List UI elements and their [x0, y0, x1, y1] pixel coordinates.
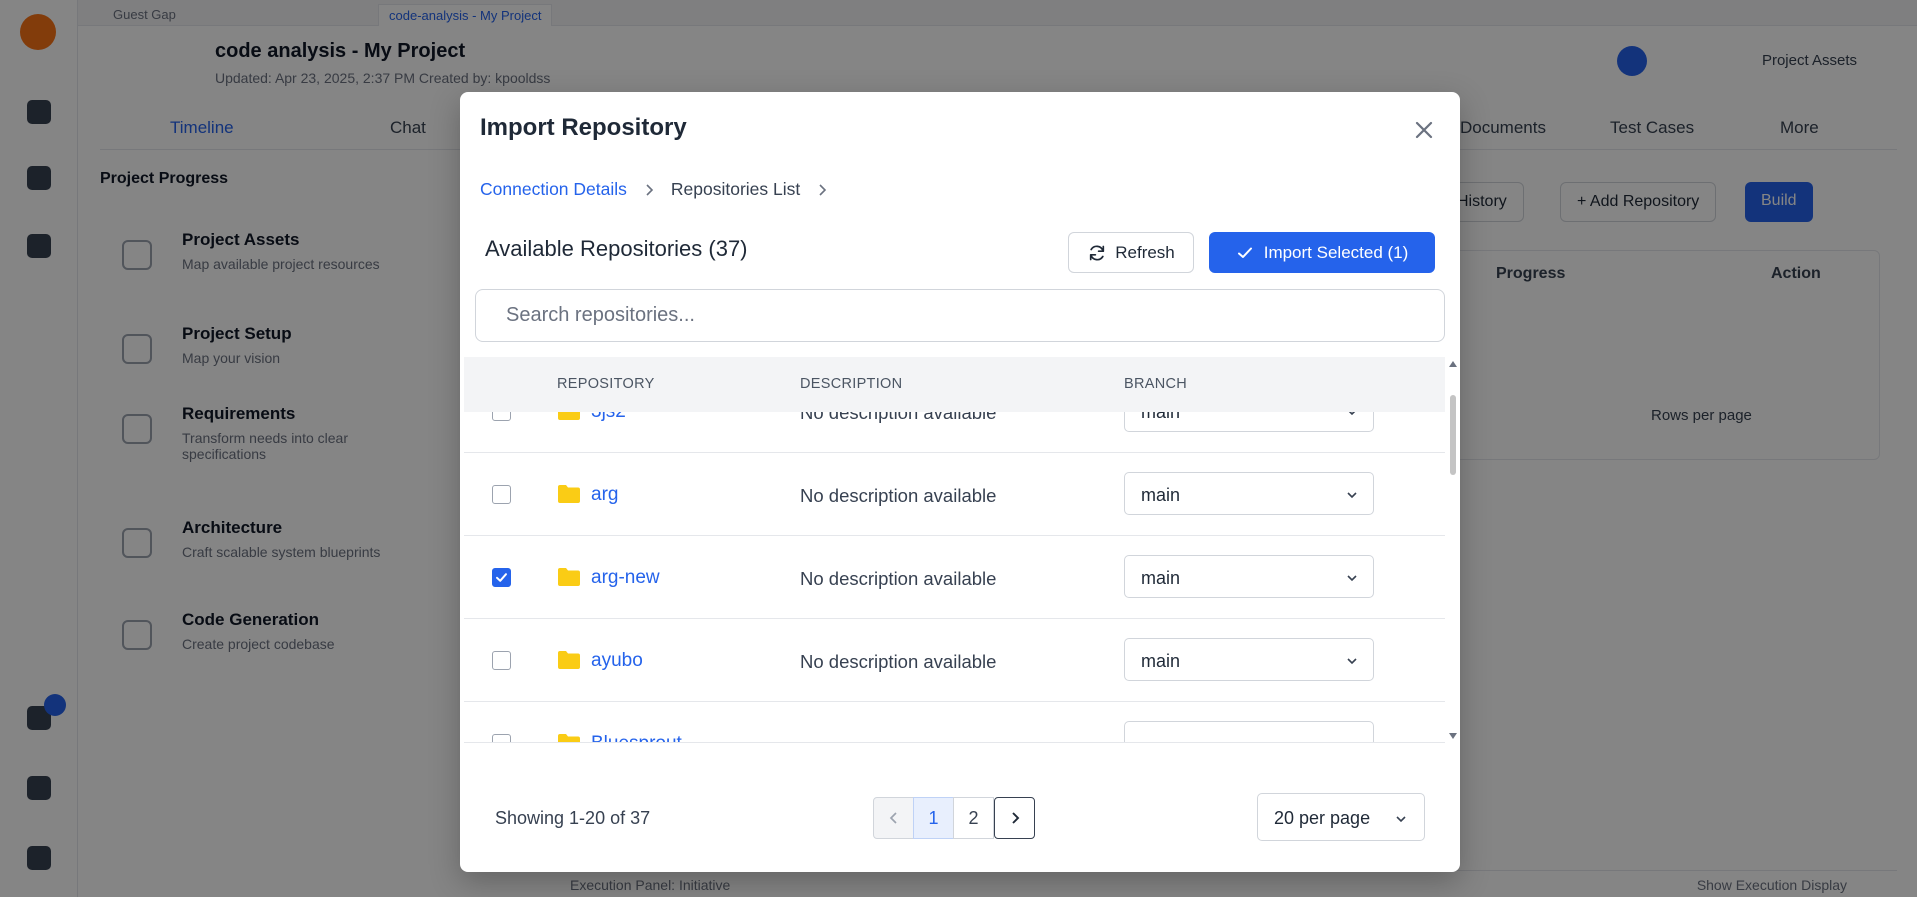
checkmark-icon	[496, 573, 507, 582]
chevron-down-icon	[1396, 816, 1406, 823]
folder-icon	[558, 734, 580, 742]
per-page-select[interactable]: 20 per page	[1257, 793, 1425, 841]
chevron-left-icon	[889, 812, 897, 824]
repository-name-link[interactable]: ayubo	[591, 650, 643, 672]
repository-description: No description available	[800, 485, 997, 506]
folder-icon	[558, 568, 580, 586]
row-checkbox[interactable]	[492, 734, 511, 742]
table-header: REPOSITORY DESCRIPTION BRANCH	[464, 357, 1445, 412]
folder-icon	[558, 485, 580, 503]
import-selected-button[interactable]: Import Selected (1)	[1209, 232, 1435, 273]
scroll-up-arrow-icon[interactable]	[1449, 361, 1457, 367]
available-repositories-heading: Available Repositories (37)	[485, 236, 748, 261]
folder-icon	[558, 651, 580, 669]
import-repository-modal: Import Repository Connection Details Rep…	[460, 92, 1460, 872]
chevron-down-icon	[1347, 492, 1357, 499]
branch-select[interactable]: main	[1124, 472, 1374, 515]
table-body: 3js2 No description available main arg N…	[464, 370, 1445, 742]
chevron-right-icon	[819, 183, 827, 196]
scrollbar-thumb[interactable]	[1450, 395, 1456, 475]
page-button-2[interactable]: 2	[953, 797, 994, 839]
chevron-down-icon	[1347, 658, 1357, 665]
check-icon	[1237, 247, 1252, 258]
pagination: 1 2	[873, 797, 1035, 839]
row-checkbox[interactable]	[492, 568, 511, 587]
repository-description: No description available	[800, 651, 997, 672]
column-description[interactable]: DESCRIPTION	[800, 376, 902, 392]
chevron-right-icon	[646, 183, 654, 196]
close-button[interactable]	[1410, 116, 1438, 144]
refresh-label: Refresh	[1115, 242, 1175, 262]
per-page-value: 20 per page	[1274, 808, 1371, 828]
chevron-right-icon	[1011, 812, 1019, 824]
row-checkbox[interactable]	[492, 485, 511, 504]
repository-name-link[interactable]: arg-new	[591, 567, 660, 589]
previous-page-button[interactable]	[873, 797, 914, 839]
branch-value: main	[1141, 568, 1181, 588]
breadcrumb-repositories-list: Repositories List	[670, 179, 801, 199]
breadcrumb: Connection Details Repositories List	[480, 179, 844, 200]
column-branch[interactable]: BRANCH	[1124, 376, 1187, 392]
next-page-button[interactable]	[994, 797, 1035, 839]
branch-value: main	[1141, 651, 1181, 671]
row-checkbox[interactable]	[492, 651, 511, 670]
table-row: arg-new No description available main	[464, 536, 1445, 619]
table-scrollbar[interactable]	[1447, 357, 1458, 743]
refresh-button[interactable]: Refresh	[1068, 232, 1194, 273]
breadcrumb-connection-details[interactable]: Connection Details	[480, 179, 627, 200]
scroll-down-arrow-icon[interactable]	[1449, 733, 1457, 739]
search-input[interactable]	[475, 289, 1445, 342]
table-row: ayubo No description available main	[464, 619, 1445, 702]
repositories-table: REPOSITORY DESCRIPTION BRANCH 3js2 No de…	[464, 357, 1445, 743]
branch-value: main	[1141, 485, 1181, 505]
branch-select[interactable]: main	[1124, 555, 1374, 598]
page-button-1[interactable]: 1	[913, 797, 954, 839]
repository-description: No description available	[800, 568, 997, 589]
modal-title: Import Repository	[480, 114, 687, 141]
branch-select[interactable]	[1124, 721, 1374, 742]
repository-name-link[interactable]: arg	[591, 484, 618, 506]
chevron-down-icon	[1347, 575, 1357, 582]
import-selected-label: Import Selected (1)	[1263, 242, 1409, 262]
pagination-summary: Showing 1-20 of 37	[495, 808, 651, 828]
table-row: Bluesprout	[464, 702, 1445, 742]
close-icon	[1415, 121, 1433, 139]
table-row: arg No description available main	[464, 453, 1445, 536]
branch-select[interactable]: main	[1124, 638, 1374, 681]
repository-name-link[interactable]: Bluesprout	[591, 733, 682, 742]
column-repository[interactable]: REPOSITORY	[557, 376, 655, 392]
refresh-icon	[1090, 245, 1105, 260]
